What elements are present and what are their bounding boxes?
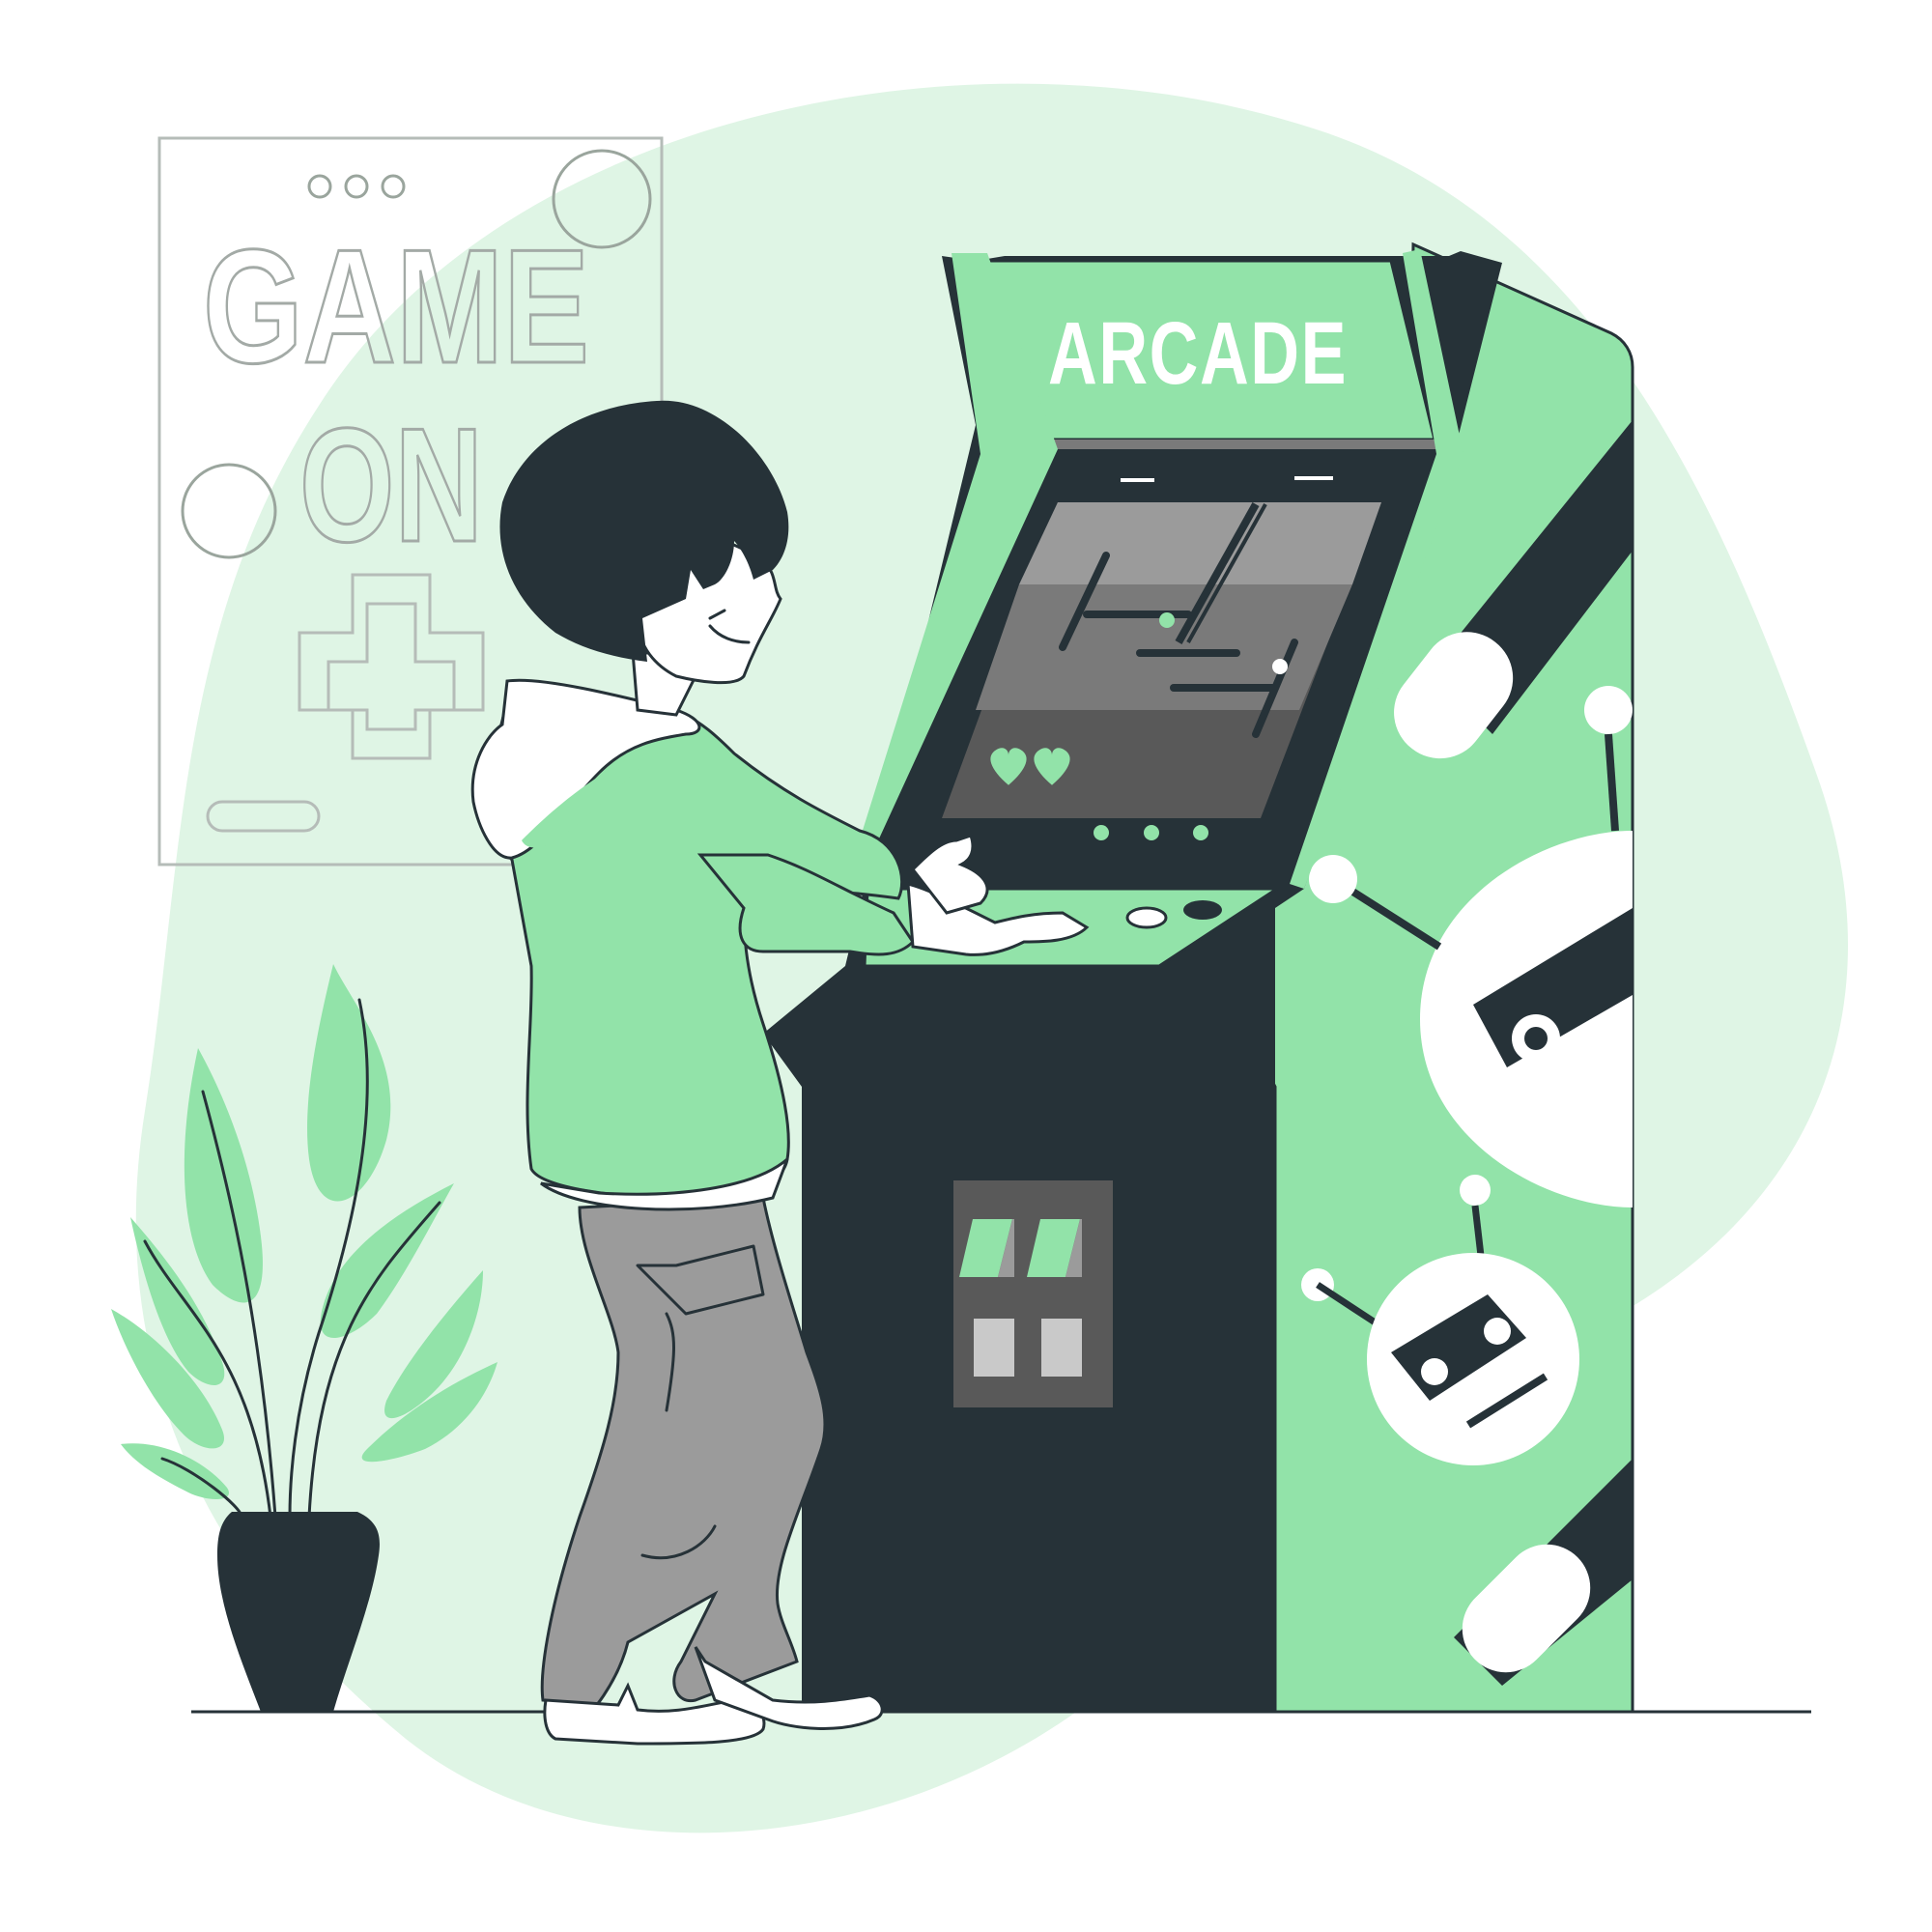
marquee-title: ARCADE [1048, 304, 1348, 403]
poster-title-line1: GAME [203, 215, 589, 397]
arcade-illustration: GAME ON ARCADE [111, 83, 1849, 1833]
poster-title-line2: ON [299, 394, 483, 576]
coin-door [953, 1180, 1113, 1407]
